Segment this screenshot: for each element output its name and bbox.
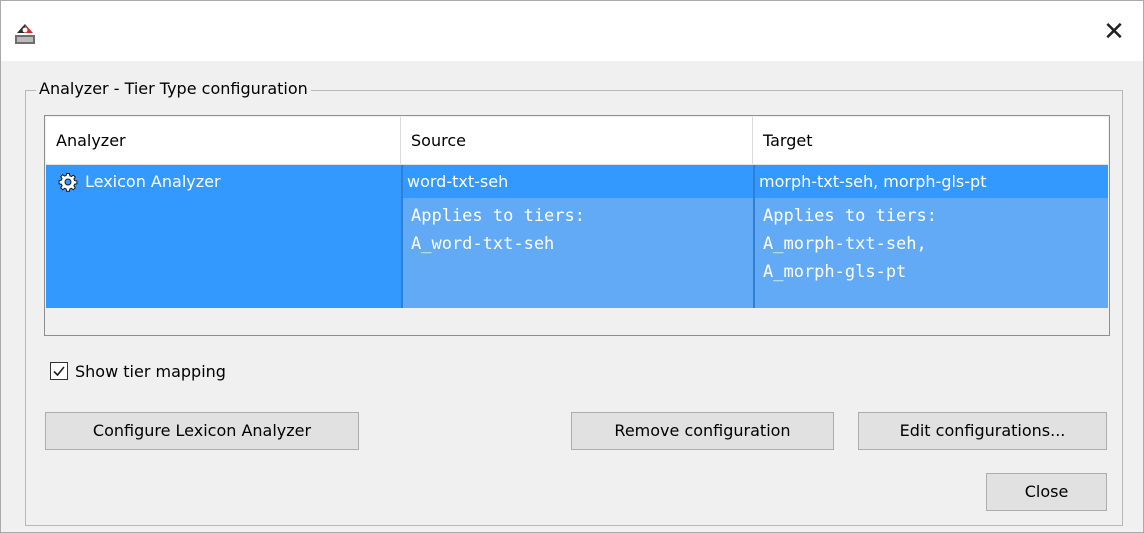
source-tier-line: Applies to tiers:: [411, 206, 585, 226]
close-button[interactable]: Close: [986, 473, 1107, 511]
app-icon: [15, 24, 35, 44]
remove-configuration-button[interactable]: Remove configuration: [571, 412, 834, 450]
analyzer-name: Lexicon Analyzer: [85, 172, 221, 191]
source-cell[interactable]: word-txt-seh Applies to tiers: A_word-tx…: [401, 165, 753, 308]
edit-configurations-button[interactable]: Edit configurations...: [858, 412, 1107, 450]
target-tier-types: morph-txt-seh, morph-gls-pt: [759, 172, 987, 191]
target-tier-line: A_morph-gls-pt: [763, 262, 907, 282]
target-tier-line: Applies to tiers:: [763, 206, 937, 226]
group-title: Analyzer - Tier Type configuration: [36, 79, 311, 99]
show-tier-mapping-label[interactable]: Show tier mapping: [75, 361, 226, 383]
source-tier-line: A_word-txt-seh: [411, 234, 555, 254]
column-header-target[interactable]: Target: [753, 117, 1108, 164]
table-header: Analyzer Source Target: [46, 117, 1108, 165]
column-header-analyzer[interactable]: Analyzer: [46, 117, 401, 164]
source-tier-type: word-txt-seh: [407, 172, 509, 191]
column-header-source[interactable]: Source: [401, 117, 753, 164]
gear-icon: [58, 173, 78, 192]
window-close-icon[interactable]: ✕: [1099, 17, 1129, 47]
analyzer-config-dialog: ✕ Analyzer - Tier Type configuration Ana…: [0, 0, 1144, 533]
analyzer-cell[interactable]: Lexicon Analyzer: [46, 165, 401, 308]
target-tier-line: A_morph-txt-seh,: [763, 234, 927, 254]
title-bar: ✕: [1, 1, 1143, 61]
analyzer-table: Analyzer Source Target Lexicon Analyzer …: [44, 115, 1110, 336]
source-tier-mapping: Applies to tiers: A_word-txt-seh: [403, 198, 753, 308]
show-tier-mapping-checkbox[interactable]: [50, 362, 68, 380]
table-row[interactable]: Lexicon Analyzer word-txt-seh Applies to…: [46, 165, 1108, 308]
target-tier-mapping: Applies to tiers: A_morph-txt-seh, A_mor…: [755, 198, 1108, 308]
checkmark-icon: [53, 366, 65, 377]
configure-analyzer-button[interactable]: Configure Lexicon Analyzer: [45, 412, 359, 450]
target-cell[interactable]: morph-txt-seh, morph-gls-pt Applies to t…: [753, 165, 1108, 308]
